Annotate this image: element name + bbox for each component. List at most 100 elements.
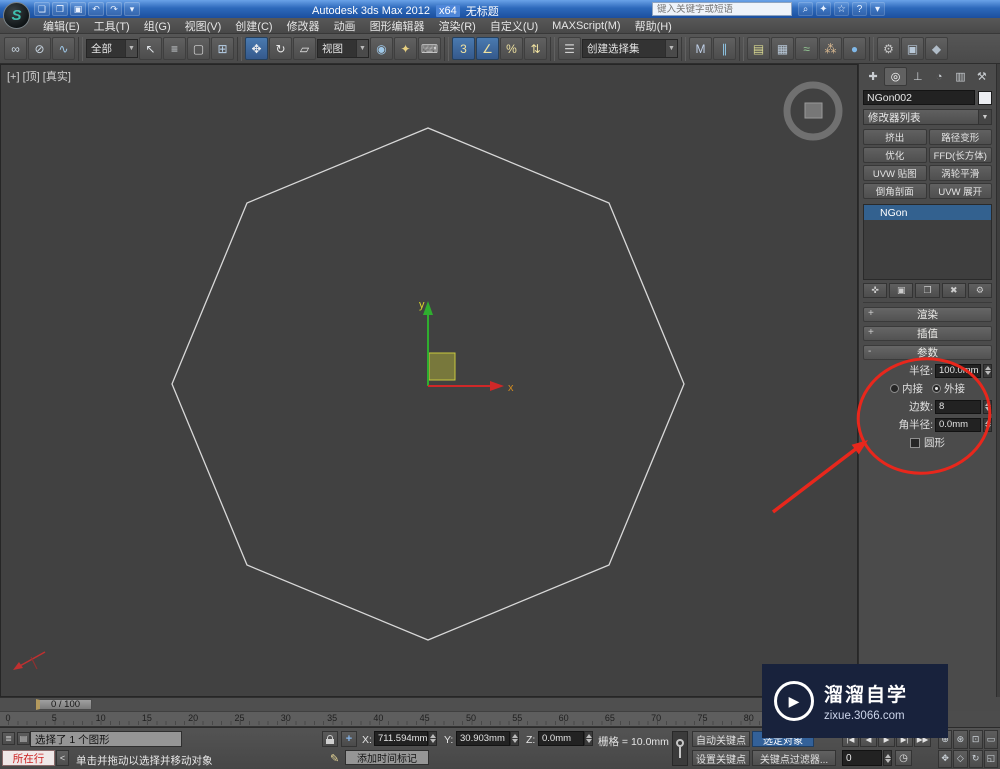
save-file-icon[interactable]: ▣ <box>70 2 86 16</box>
maximize-viewport-icon[interactable]: ◱ <box>983 749 998 768</box>
prompt-history-icon[interactable]: ≣ <box>2 732 15 745</box>
orbit-icon[interactable]: ↻ <box>968 749 983 768</box>
utilities-tab[interactable]: ⚒ <box>972 67 992 86</box>
radius-field[interactable]: 100.0mm <box>935 363 981 378</box>
menu-item-6[interactable]: 修改器 <box>280 18 327 33</box>
viewport-label[interactable]: [+] [顶] [真实] <box>7 68 71 84</box>
current-frame-field[interactable]: 0 <box>842 750 882 766</box>
y-spinner[interactable] <box>510 731 519 746</box>
infocenter-menu-icon[interactable]: ▾ <box>870 2 885 16</box>
circumscribed-radio[interactable]: 外接 <box>932 381 965 396</box>
corner-radius-field[interactable]: 0.0mm <box>935 417 981 432</box>
object-color-swatch[interactable] <box>978 90 992 105</box>
selection-lock-icon[interactable] <box>322 731 338 747</box>
motion-tab[interactable]: ◔ <box>929 67 949 86</box>
favorites-star-icon[interactable]: ☆ <box>834 2 849 16</box>
search-input[interactable] <box>653 3 791 15</box>
menu-item-8[interactable]: 图形编辑器 <box>363 18 432 33</box>
mini-listener-toggle-icon[interactable]: ▤ <box>17 732 30 745</box>
rollout-parameters[interactable]: - 参数 <box>863 345 992 360</box>
set-keys-icon[interactable] <box>672 731 688 766</box>
create-tab[interactable]: ✚ <box>863 67 883 86</box>
material-editor-icon[interactable]: ● <box>843 37 866 60</box>
move-gizmo[interactable]: y x <box>419 299 514 394</box>
rollout-interpolation[interactable]: + 插值 <box>863 326 992 341</box>
new-scene-icon[interactable]: ❏ <box>34 2 50 16</box>
mirror-icon[interactable]: M <box>689 37 712 60</box>
top-viewport[interactable]: [+] [顶] [真实] y x <box>0 64 858 697</box>
edit-named-selections-icon[interactable]: ☰ <box>558 37 581 60</box>
set-key-button[interactable]: 设置关键点 <box>692 750 750 766</box>
render-production-icon[interactable]: ◆ <box>925 37 948 60</box>
ribbon-toggle-icon[interactable]: ▦ <box>771 37 794 60</box>
maxscript-mini-listener[interactable]: 所在行 <box>2 750 55 766</box>
align-icon[interactable]: ∥ <box>713 37 736 60</box>
listener-expand-button[interactable]: < <box>56 750 69 766</box>
modify-tab[interactable]: ◎ <box>884 67 907 86</box>
modifier-button-2[interactable]: 路径变形 <box>928 129 992 145</box>
keyboard-override-icon[interactable]: ⌨ <box>418 37 441 60</box>
absolute-offset-mode-icon[interactable]: + <box>341 731 357 747</box>
field-of-view-icon[interactable]: ◇ <box>953 749 968 768</box>
auto-key-button[interactable]: 自动关键点 <box>692 731 750 747</box>
modifier-stack[interactable]: NGon <box>863 204 992 280</box>
rendered-frame-icon[interactable]: ▣ <box>901 37 924 60</box>
select-and-manipulate-icon[interactable]: ✦ <box>394 37 417 60</box>
modifier-button-3[interactable]: 优化 <box>863 147 927 163</box>
window-crossing-icon[interactable]: ⊞ <box>211 37 234 60</box>
select-by-name-icon[interactable]: ≡ <box>163 37 186 60</box>
percent-snap-icon[interactable]: % <box>500 37 523 60</box>
panel-scrollbar[interactable] <box>996 64 1000 697</box>
configure-modifier-sets-icon[interactable]: ⚙ <box>967 283 993 298</box>
snaps-toggle-icon[interactable]: 3 <box>452 37 475 60</box>
select-and-link-icon[interactable]: ∞ <box>4 37 27 60</box>
pin-stack-icon[interactable]: ✜ <box>863 283 888 298</box>
pan-icon[interactable]: ✥ <box>938 749 953 768</box>
layer-manager-icon[interactable]: ▤ <box>747 37 770 60</box>
help-icon[interactable]: ? <box>852 2 867 16</box>
frame-spinner[interactable] <box>883 750 892 766</box>
inscribed-radio[interactable]: 内接 <box>890 381 923 396</box>
menu-item-12[interactable]: 帮助(H) <box>628 18 679 33</box>
time-configuration-icon[interactable]: ◷ <box>895 750 912 766</box>
time-slider-handle[interactable]: 0 / 100 <box>36 699 92 710</box>
add-time-tag-field[interactable]: 添加时间标记 <box>345 750 429 765</box>
modifier-button-5[interactable]: UVW 贴图 <box>863 165 927 181</box>
search-icon[interactable]: ⌕ <box>798 2 813 16</box>
menu-item-2[interactable]: 工具(T) <box>87 18 137 33</box>
menu-item-5[interactable]: 创建(C) <box>228 18 279 33</box>
make-unique-icon[interactable]: ❒ <box>915 283 940 298</box>
zoom-extents-icon[interactable]: ⊡ <box>968 730 983 749</box>
y-coordinate-field[interactable]: 30.903mm <box>456 731 510 746</box>
menu-item-9[interactable]: 渲染(R) <box>432 18 483 33</box>
zoom-all-icon[interactable]: ⊛ <box>953 730 968 749</box>
named-selection-dropdown[interactable]: 创建选择集 ▼ <box>582 39 678 58</box>
schematic-view-icon[interactable]: ⁂ <box>819 37 842 60</box>
menu-item-3[interactable]: 组(G) <box>137 18 178 33</box>
sides-field[interactable]: 8 <box>935 399 981 414</box>
menu-item-11[interactable]: MAXScript(M) <box>545 18 627 33</box>
redo-icon[interactable]: ↷ <box>106 2 122 16</box>
z-spinner[interactable] <box>584 731 593 746</box>
curve-editor-icon[interactable]: ≈ <box>795 37 818 60</box>
sides-spinner[interactable] <box>983 399 992 414</box>
search-box[interactable] <box>652 2 792 16</box>
x-spinner[interactable] <box>428 731 437 746</box>
corner-radius-spinner[interactable] <box>983 417 992 432</box>
menu-item-4[interactable]: 视图(V) <box>178 18 229 33</box>
bind-to-space-warp-icon[interactable]: ∿ <box>52 37 75 60</box>
radius-spinner[interactable] <box>983 363 992 378</box>
spinner-snap-icon[interactable]: ⇅ <box>524 37 547 60</box>
undo-icon[interactable]: ↶ <box>88 2 104 16</box>
unlink-selection-icon[interactable]: ⊘ <box>28 37 51 60</box>
menu-item-10[interactable]: 自定义(U) <box>483 18 545 33</box>
x-coordinate-field[interactable]: 711.594mm <box>374 731 428 746</box>
select-object-icon[interactable]: ↖ <box>139 37 162 60</box>
modifier-button-7[interactable]: 倒角剖面 <box>863 183 927 199</box>
menu-item-7[interactable]: 动画 <box>327 18 363 33</box>
angle-snap-icon[interactable]: ∠ <box>476 37 499 60</box>
remove-modifier-icon[interactable]: ✖ <box>941 283 966 298</box>
modifier-list-dropdown[interactable]: 修改器列表 ▼ <box>863 109 992 125</box>
circular-checkbox[interactable] <box>910 437 920 448</box>
display-tab[interactable]: ▥ <box>950 67 970 86</box>
